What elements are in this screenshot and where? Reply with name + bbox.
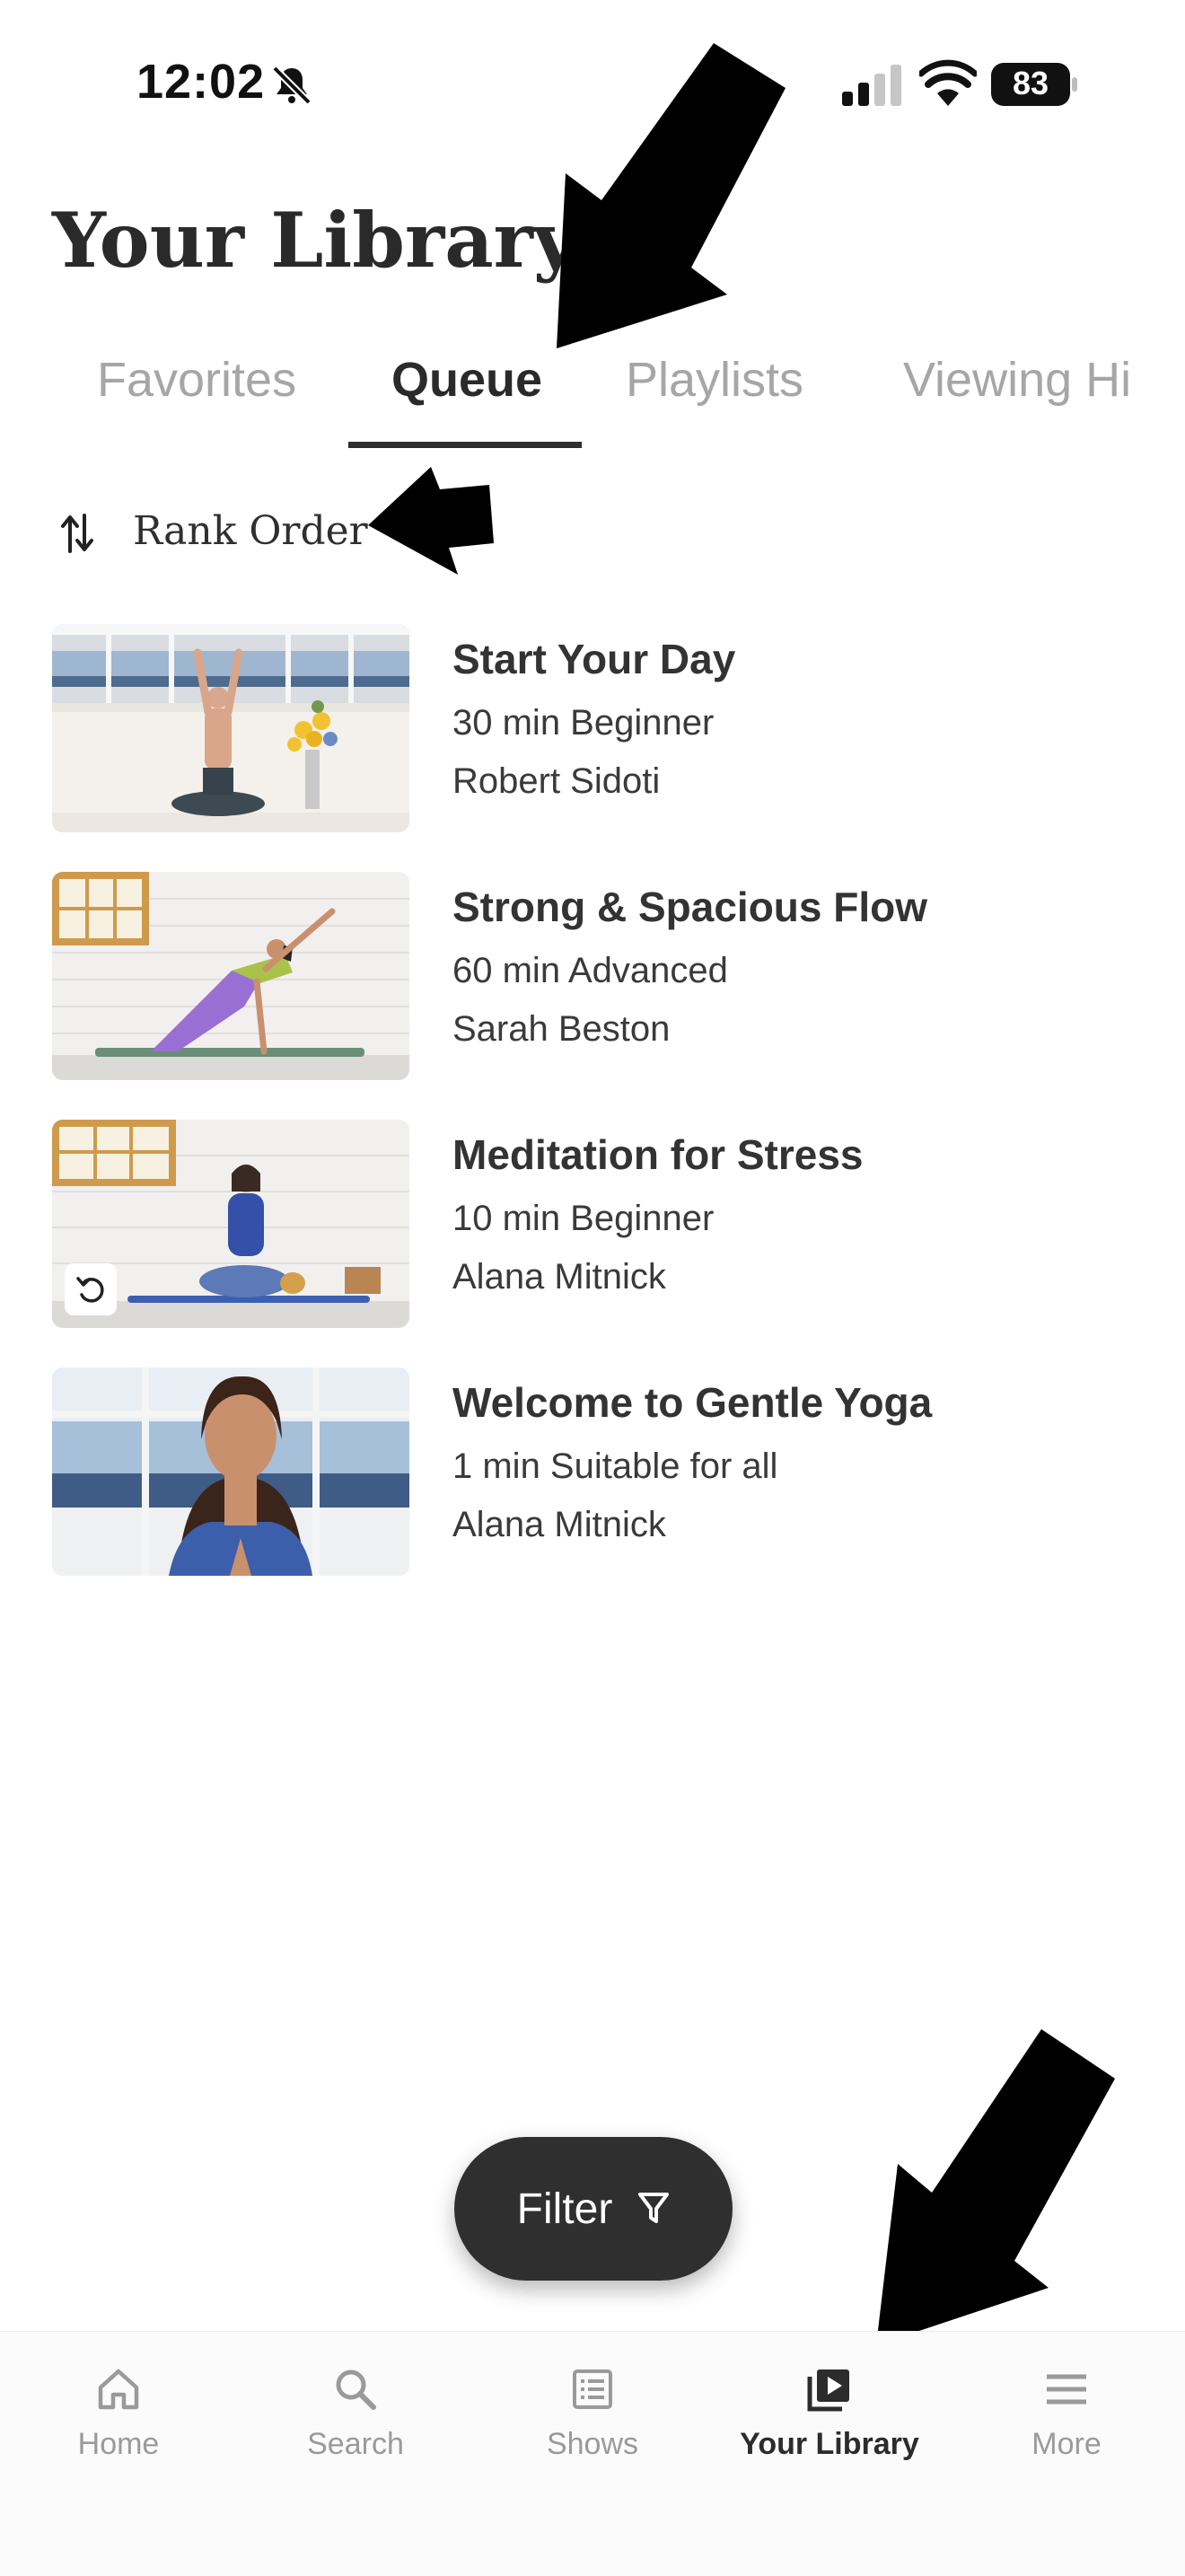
home-icon — [98, 2369, 139, 2410]
video-info: Start Your Day 30 min Beginner Robert Si… — [452, 635, 735, 802]
video-author: Alana Mitnick — [452, 1257, 666, 1297]
annotation-arrow-queue — [557, 43, 786, 348]
video-thumbnail — [52, 1367, 409, 1576]
library-tabs: Favorites Queue Playlists Viewing Hi — [0, 341, 1136, 449]
tab-favorites[interactable]: Favorites — [97, 352, 296, 408]
video-title: Start Your Day — [452, 636, 736, 682]
video-meta: 1 min Suitable for all — [452, 1446, 778, 1486]
list-item[interactable]: Meditation for Stress 10 min Beginner Al… — [52, 1120, 1138, 1328]
wifi-icon — [919, 59, 977, 106]
video-thumbnail — [52, 1120, 409, 1328]
video-author: Alana Mitnick — [452, 1505, 666, 1544]
sort-label: Rank Order — [133, 508, 368, 554]
list-item[interactable]: Welcome to Gentle Yoga 1 min Suitable fo… — [52, 1367, 1138, 1576]
nav-more[interactable]: More — [948, 2364, 1185, 2462]
nav-shows[interactable]: Shows — [474, 2364, 711, 2462]
menu-icon — [1047, 2374, 1086, 2405]
nav-home-label: Home — [77, 2427, 160, 2461]
video-author: Robert Sidoti — [452, 761, 661, 801]
nav-your-library[interactable]: Your Library — [711, 2364, 948, 2462]
list-item[interactable]: Strong & Spacious Flow 60 min Advanced S… — [52, 872, 1138, 1080]
video-author: Sarah Beston — [452, 1009, 671, 1049]
filter-icon — [638, 2193, 670, 2223]
nav-search[interactable]: Search — [237, 2364, 474, 2462]
bell-muted-icon — [272, 66, 312, 105]
nav-shows-label: Shows — [546, 2427, 639, 2461]
tab-viewing-history[interactable]: Viewing Hi — [903, 352, 1131, 408]
annotation-arrow-rank-order — [368, 467, 494, 575]
replay-icon — [76, 1277, 104, 1303]
annotation-arrow-library — [876, 2029, 1115, 2345]
nav-your-library-label: Your Library — [740, 2427, 919, 2461]
filter-button[interactable]: Filter — [454, 2137, 733, 2281]
nav-home[interactable]: Home — [0, 2364, 237, 2462]
video-title: Welcome to Gentle Yoga — [452, 1379, 933, 1426]
active-tab-indicator — [348, 442, 582, 448]
video-thumbnail — [52, 624, 409, 832]
search-icon — [336, 2369, 376, 2410]
tab-queue[interactable]: Queue — [391, 352, 542, 408]
video-title: Meditation for Stress — [452, 1131, 864, 1178]
cellular-signal-icon — [842, 65, 901, 106]
page-title: Your Library — [52, 196, 577, 285]
list-item[interactable]: Start Your Day 30 min Beginner Robert Si… — [52, 624, 1138, 832]
nav-more-label: More — [1031, 2427, 1102, 2461]
video-meta: 60 min Advanced — [452, 951, 728, 990]
library-icon — [807, 2369, 849, 2412]
video-meta: 10 min Beginner — [452, 1199, 715, 1238]
video-title: Strong & Spacious Flow — [452, 884, 928, 930]
sort-arrows-icon — [61, 514, 93, 553]
shows-icon — [573, 2369, 612, 2409]
filter-label: Filter — [516, 2185, 613, 2233]
video-info: Welcome to Gentle Yoga 1 min Suitable fo… — [452, 1378, 932, 1545]
video-info: Meditation for Stress 10 min Beginner Al… — [452, 1130, 864, 1297]
battery-level: 83 — [1012, 65, 1049, 101]
bottom-navigation: Home Search Shows Your Library More — [0, 2331, 1185, 2576]
video-thumbnail — [52, 872, 409, 1080]
tab-playlists[interactable]: Playlists — [626, 352, 803, 408]
video-info: Strong & Spacious Flow 60 min Advanced S… — [452, 883, 927, 1050]
nav-search-label: Search — [307, 2427, 404, 2461]
video-meta: 30 min Beginner — [452, 703, 715, 743]
replay-badge — [65, 1263, 117, 1315]
status-time: 12:02 — [136, 55, 266, 109]
battery-indicator: 83 — [991, 63, 1079, 108]
